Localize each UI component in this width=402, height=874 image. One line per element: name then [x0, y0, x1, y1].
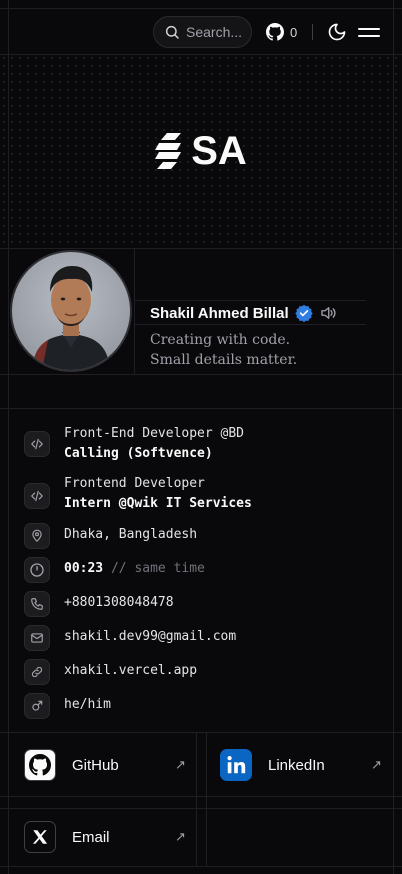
male-icon: [24, 693, 50, 719]
arrow-up-right-icon: ↗: [371, 757, 382, 772]
location-text: Dhaka, Bangladesh: [64, 527, 198, 542]
mail-icon: [24, 625, 50, 651]
code-icon: [24, 483, 50, 509]
phone-icon: [24, 591, 50, 617]
moon-icon: [328, 23, 346, 41]
tagline-line: Creating with code.: [150, 332, 291, 348]
theme-toggle-button[interactable]: [327, 22, 347, 42]
local-time: 00:23: [64, 561, 104, 576]
site-logo: SA: [155, 129, 247, 174]
social-link-linkedin[interactable]: LinkedIn: [220, 749, 325, 781]
top-nav: Search... 0: [0, 0, 402, 54]
job-title: Front-End Developer @BD: [64, 426, 245, 441]
arrow-up-right-icon: ↗: [175, 757, 186, 772]
menu-icon: [358, 27, 380, 30]
info-item-website: xhakil.vercel.app: [24, 659, 197, 685]
search-icon: [165, 25, 179, 39]
info-item-email: shakil.dev99@gmail.com: [24, 625, 236, 651]
time-note: // same time: [110, 561, 205, 576]
info-item-job: Front-End Developer @BD Calling (Softven…: [24, 426, 244, 464]
info-item-phone: +8801308048478: [24, 591, 174, 617]
clock-icon: [24, 557, 50, 583]
avatar-image: [32, 266, 110, 370]
profile-name-row: Shakil Ahmed Billal: [150, 302, 337, 324]
pronouns-text: he/him: [64, 697, 111, 712]
profile-tagline: Creating with code. Small details matter…: [150, 330, 297, 370]
profile-banner: SA: [0, 54, 402, 248]
github-stars-link[interactable]: 0: [266, 22, 297, 42]
social-label: LinkedIn: [268, 756, 325, 774]
email-link[interactable]: shakil.dev99@gmail.com: [64, 627, 236, 651]
map-pin-icon: [24, 523, 50, 549]
info-item-job: Frontend Developer Intern @Qwik IT Servi…: [24, 476, 252, 514]
github-icon: [266, 23, 284, 41]
job-title: Frontend Developer: [64, 476, 205, 491]
link-icon: [24, 659, 50, 685]
search-placeholder: Search...: [186, 24, 243, 40]
job-company[interactable]: Calling (Softvence): [64, 444, 244, 464]
divider: [312, 24, 313, 40]
verified-badge-icon: [294, 304, 313, 322]
social-link-github[interactable]: GitHub: [24, 749, 119, 781]
avatar: [10, 250, 132, 372]
arrow-up-right-icon: ↗: [175, 829, 186, 844]
info-item-time: 00:23 // same time: [24, 557, 205, 583]
x-logo-icon: [24, 821, 56, 853]
code-icon: [24, 431, 50, 457]
website-link[interactable]: xhakil.vercel.app: [64, 661, 197, 685]
info-item-pronouns: he/him: [24, 693, 111, 719]
menu-button[interactable]: [358, 22, 380, 42]
job-company[interactable]: Intern @Qwik IT Services: [64, 494, 252, 514]
info-item-location: Dhaka, Bangladesh: [24, 523, 197, 549]
linkedin-icon: [220, 749, 252, 781]
social-label: Email: [72, 828, 110, 846]
logo-text: SA: [191, 128, 247, 173]
logo-mark-icon: [155, 133, 182, 169]
profile-name: Shakil Ahmed Billal: [150, 304, 289, 322]
github-icon: [24, 749, 56, 781]
social-label: GitHub: [72, 756, 119, 774]
github-stars-count: 0: [290, 24, 298, 40]
tagline-line: Small details matter.: [150, 352, 298, 368]
social-link-x[interactable]: Email: [24, 821, 110, 853]
menu-icon: [358, 34, 380, 37]
speaker-icon[interactable]: [319, 304, 337, 322]
phone-link[interactable]: +8801308048478: [64, 593, 174, 617]
search-button[interactable]: Search...: [153, 16, 252, 48]
